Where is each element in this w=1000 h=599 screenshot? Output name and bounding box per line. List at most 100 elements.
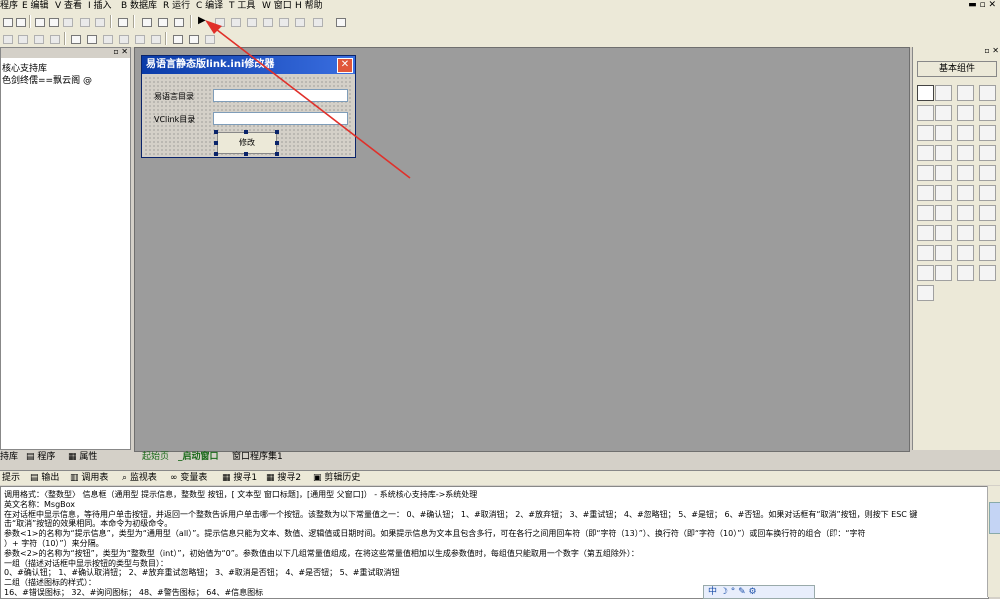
component-icon[interactable] [917,245,934,261]
same-width-icon[interactable] [68,32,83,46]
tab-call-stack[interactable]: ▥ 调用表 [70,471,108,485]
center-h-icon[interactable] [132,32,147,46]
menu-window[interactable]: W 窗口 [262,0,292,13]
component-icon[interactable] [957,185,974,201]
resize-handle[interactable] [275,141,279,145]
component-icon[interactable] [979,85,996,101]
resize-handle[interactable] [244,152,248,156]
component-icon[interactable] [957,85,974,101]
component-icon[interactable] [979,165,996,181]
save-icon[interactable] [13,15,28,29]
align-top-icon[interactable] [47,32,62,46]
redo-icon[interactable] [92,15,107,29]
vclink-dir-input[interactable] [213,112,348,125]
tab-program[interactable]: ▤ 程序 [26,450,55,464]
component-icon[interactable] [957,125,974,141]
align-center-icon[interactable] [15,32,30,46]
menu-help[interactable]: H 帮助 [295,0,323,13]
grid-icon[interactable] [170,32,185,46]
paste-icon[interactable] [60,15,75,29]
tab-search2[interactable]: ▦ 搜寻2 [266,471,301,485]
resize-handle[interactable] [214,141,218,145]
component-icon[interactable] [979,185,996,201]
step-icon[interactable] [228,15,243,29]
component-icon[interactable] [935,165,952,181]
tab-hint[interactable]: 提示 [2,471,20,485]
tab-output[interactable]: ▤ 输出 [30,471,59,485]
component-icon[interactable] [979,105,996,121]
component-icon[interactable] [979,205,996,221]
find-icon[interactable] [115,15,130,29]
order-icon[interactable] [202,32,217,46]
undo-icon[interactable] [77,15,92,29]
menu-program[interactable]: 程序 [0,0,18,13]
tree-item-author[interactable]: 色剑终儒==飘云阁 @ [2,73,92,86]
component-icon[interactable] [917,125,934,141]
eyuyan-dir-input[interactable] [213,89,348,102]
tab-startup-window[interactable]: _启动窗口 [178,451,219,463]
component-icon[interactable] [935,245,952,261]
align-right-icon[interactable] [31,32,46,46]
center-v-icon[interactable] [148,32,163,46]
component-icon[interactable] [917,285,934,301]
hspace-icon[interactable] [100,32,115,46]
component-icon[interactable] [957,145,974,161]
resize-handle[interactable] [275,130,279,134]
same-height-icon[interactable] [84,32,99,46]
component-icon[interactable] [935,105,952,121]
component-icon[interactable] [935,145,952,161]
tab-search1[interactable]: ▦ 搜寻1 [222,471,257,485]
component-icon[interactable] [957,205,974,221]
output-scrollbar[interactable] [987,486,1000,597]
tab-variables[interactable]: ∞ 变量表 [170,471,207,485]
component-icon[interactable] [957,225,974,241]
resize-handle[interactable] [214,130,218,134]
menu-view[interactable]: V 查看 [55,0,82,13]
layout2-icon[interactable] [155,15,170,29]
step-over-icon[interactable] [276,15,291,29]
component-icon[interactable] [979,245,996,261]
step-out-icon[interactable] [260,15,275,29]
menu-compile[interactable]: C 编译 [196,0,223,13]
stop-icon[interactable] [212,15,227,29]
component-icon[interactable] [935,225,952,241]
tab-clip-history[interactable]: ▣ 剪辑历史 [313,471,360,485]
component-icon[interactable] [917,185,934,201]
component-icon[interactable] [935,125,952,141]
component-icon[interactable] [917,165,934,181]
scroll-thumb[interactable] [989,502,1000,534]
close-icon[interactable]: ✕ [337,58,353,73]
lock-icon[interactable] [186,32,201,46]
component-icon[interactable] [979,145,996,161]
step-into-icon[interactable] [244,15,259,29]
component-icon[interactable] [979,265,996,281]
component-icon[interactable] [935,205,952,221]
tab-watch[interactable]: ⌕ 监视表 [122,471,157,485]
component-icon[interactable] [935,85,952,101]
layout3-icon[interactable] [171,15,186,29]
copy-icon[interactable] [46,15,61,29]
align-left-icon[interactable] [0,32,15,46]
window-controls-icon[interactable]: ▬ ▫ ✕ [968,0,996,10]
vspace-icon[interactable] [116,32,131,46]
tab-support-library[interactable]: 持库 [0,450,18,464]
component-icon[interactable] [935,185,952,201]
run-icon[interactable]: ▶ [198,15,206,26]
layout1-icon[interactable] [139,15,154,29]
menu-tools[interactable]: T 工具 [229,0,255,13]
resize-handle[interactable] [244,130,248,134]
hand-icon[interactable] [310,15,325,29]
component-icon[interactable] [957,105,974,121]
tab-window-assembly[interactable]: 窗口程序集1 [232,451,283,463]
component-icon[interactable] [917,145,934,161]
pointer-tool-icon[interactable] [917,85,934,101]
component-icon[interactable] [917,205,934,221]
component-icon[interactable] [957,245,974,261]
component-icon[interactable] [917,105,934,121]
component-icon[interactable] [979,125,996,141]
tab-start-page[interactable]: 起始页 [142,451,169,463]
tab-properties[interactable]: ▦ 属性 [68,450,97,464]
form-title-bar[interactable]: 易语言静态版link.ini修改器 [142,56,355,74]
search-icon[interactable] [333,15,348,29]
component-icon[interactable] [957,265,974,281]
